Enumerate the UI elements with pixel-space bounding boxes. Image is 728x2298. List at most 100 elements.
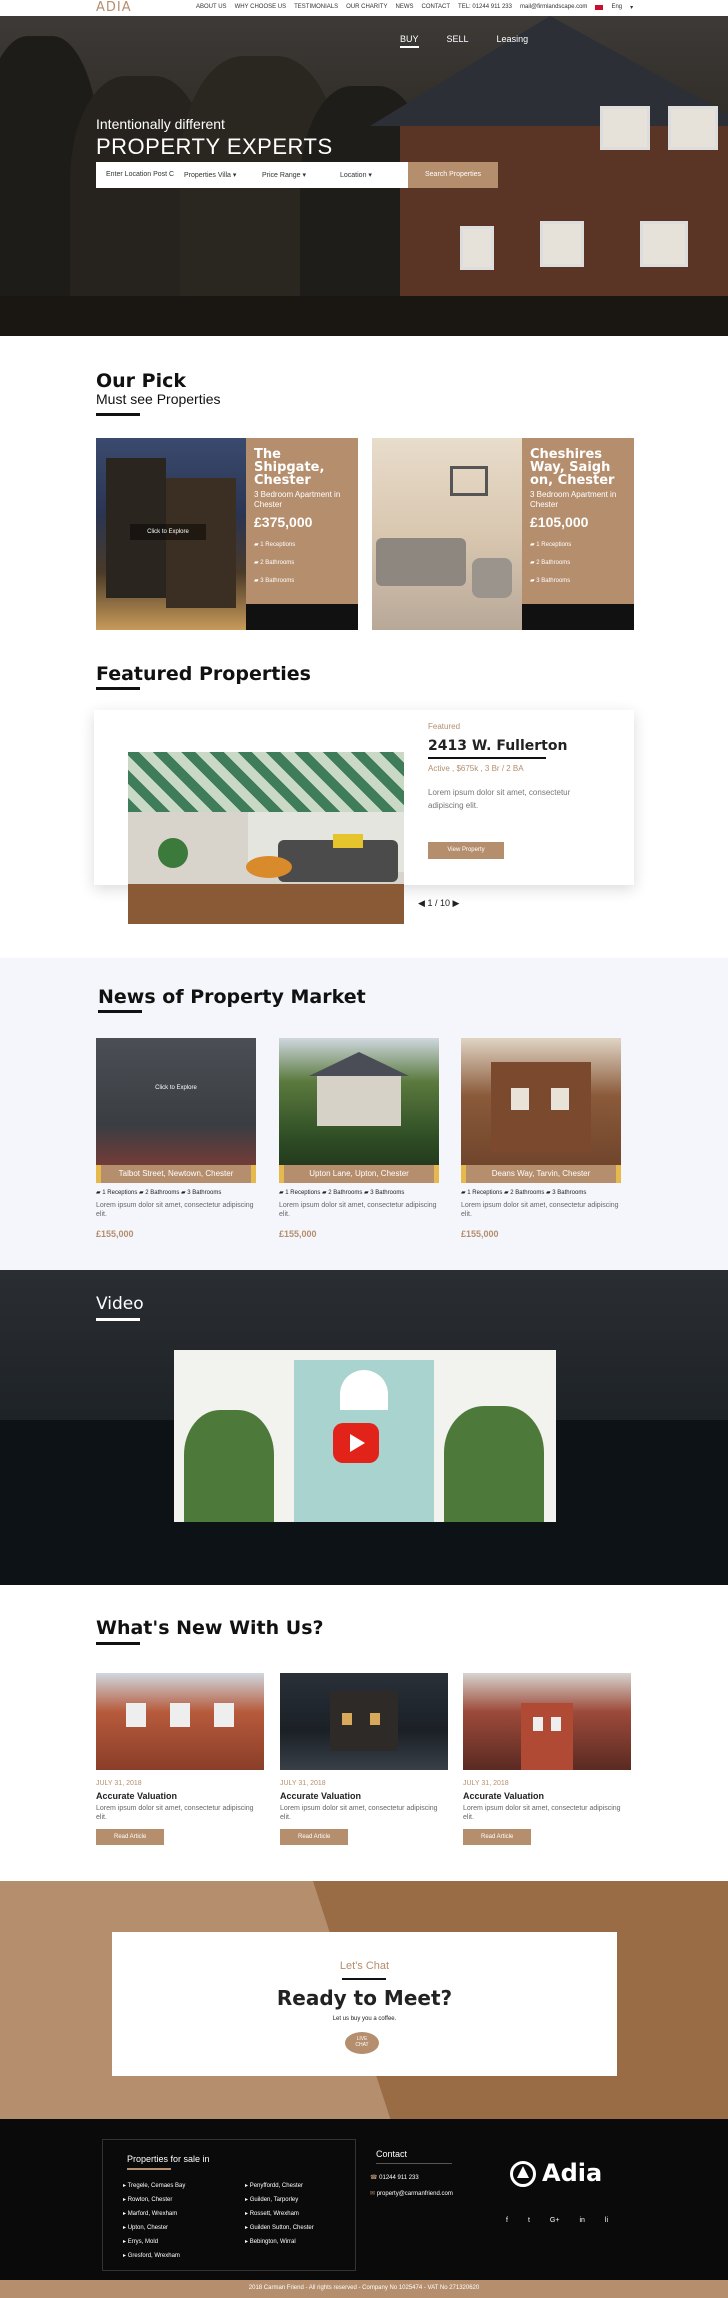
explore-overlay[interactable]: Click to Explore <box>130 524 206 540</box>
nav-email[interactable]: mail@firmlandscape.com <box>520 4 587 11</box>
read-article-button[interactable]: Read Article <box>463 1829 532 1845</box>
meta-item: 3 Bathrooms <box>370 1190 405 1196</box>
window <box>540 221 584 267</box>
live-chat-button[interactable]: LIVE CHAT <box>345 2032 379 2054</box>
divider <box>342 1978 386 1980</box>
contact-phone[interactable]: ☎ 01244 911 233 <box>370 2174 419 2181</box>
pick-card[interactable]: Click to Explore The Shipgate, Chester 3… <box>96 438 358 630</box>
play-icon[interactable] <box>333 1423 379 1463</box>
sofa-icon: ▰ <box>279 1190 284 1196</box>
pick-title: Our Pick <box>96 370 186 392</box>
chevron-down-icon[interactable]: ▾ <box>630 4 633 11</box>
instagram-icon[interactable]: in <box>579 2217 584 2224</box>
article-desc: Lorem ipsum dolor sit amet, consectetur … <box>280 1805 438 1821</box>
pager: ◀ 1 / 10 ▶ <box>418 898 459 909</box>
facebook-icon[interactable]: f <box>506 2217 508 2224</box>
read-article-button[interactable]: Read Article <box>280 1829 349 1845</box>
article-desc: Lorem ipsum dolor sit amet, consectetur … <box>96 1805 254 1821</box>
arrow-right-icon[interactable]: ▶ <box>452 898 459 908</box>
nav-phone[interactable]: TEL: 01244 911 233 <box>458 4 512 11</box>
footer-link[interactable]: ▸ Marford, Wrexham <box>123 2210 177 2217</box>
search-button[interactable]: Search Properties <box>408 162 498 188</box>
tab-buy[interactable]: BUY <box>400 34 419 48</box>
footer-link[interactable]: ▸ Guilden Sutton, Chester <box>245 2224 314 2231</box>
nav-contact[interactable]: CONTACT <box>421 4 450 11</box>
feature-label: 3 Bathrooms <box>260 578 295 584</box>
article-title[interactable]: Accurate Valuation <box>96 1791 264 1801</box>
tab-leasing[interactable]: Leasing <box>497 34 529 48</box>
nav-about[interactable]: ABOUT US <box>196 4 227 11</box>
property-type-select[interactable]: Properties Villa ▾ <box>174 162 252 188</box>
article-image <box>96 1673 264 1770</box>
arrow-left-icon[interactable]: ◀ <box>418 898 425 908</box>
article-title[interactable]: Accurate Valuation <box>463 1791 631 1801</box>
footer-brand[interactable]: Adia <box>542 2159 602 2187</box>
footer-link[interactable]: ▸ Errys, Mold <box>123 2238 158 2245</box>
window <box>600 106 650 150</box>
pick-name[interactable]: The Shipgate, Chester <box>254 448 350 487</box>
contact-email[interactable]: ✉ property@carmanfriend.com <box>370 2190 453 2197</box>
logo[interactable]: ADIA <box>96 0 132 15</box>
news-image: Upton Lane, Upton, Chester <box>279 1038 439 1183</box>
top-nav: ABOUT US WHY CHOOSE US TESTIMONIALS OUR … <box>196 4 633 11</box>
news-card[interactable]: Click to Explore Talbot Street, Newtown,… <box>96 1038 256 1239</box>
chat-sub: Let us buy you a coffee. <box>332 2016 397 2022</box>
pick-name[interactable]: Cheshires Way, Saigh on, Chester <box>530 448 626 487</box>
meta-item: 3 Bathrooms <box>187 1190 222 1196</box>
location-input[interactable]: Enter Location Post Code <box>96 162 174 188</box>
window <box>342 1713 352 1725</box>
footer-link[interactable]: ▸ Rowton, Chester <box>123 2196 172 2203</box>
featured-meta: Active , $675k , 3 Br / 2 BA <box>428 764 524 773</box>
news-card[interactable]: Upton Lane, Upton, Chester ▰ 1 Reception… <box>279 1038 439 1239</box>
window <box>511 1088 529 1110</box>
properties-box: Properties for sale in ▸ Tregele, Cemaes… <box>102 2139 356 2271</box>
news-price: £155,000 <box>96 1229 134 1239</box>
house <box>317 1074 401 1126</box>
footer-link[interactable]: ▸ Upton, Chester <box>123 2224 168 2231</box>
footer-link[interactable]: ▸ Guilden, Tarporley <box>245 2196 298 2203</box>
footer-link[interactable]: ▸ Bebington, Wirral <box>245 2238 296 2245</box>
footer-link-label: Errys, Mold <box>127 2239 159 2245</box>
explore-overlay[interactable]: Click to Explore <box>96 1080 256 1098</box>
article-image <box>463 1673 631 1770</box>
feature-label: 3 Bathrooms <box>536 578 571 584</box>
nav-news[interactable]: NEWS <box>395 4 413 11</box>
house <box>491 1062 591 1152</box>
twitter-icon[interactable]: t <box>528 2217 530 2224</box>
phone-text: 01244 911 233 <box>379 2175 419 2181</box>
pick-card[interactable]: Cheshires Way, Saigh on, Chester 3 Bedro… <box>372 438 634 630</box>
article-card: JULY 31, 2018 Accurate Valuation Lorem i… <box>96 1673 264 1845</box>
copyright-bar: 2018 Carman Friend - All rights reserved… <box>0 2280 728 2298</box>
pager-count: 1 / 10 <box>427 898 450 908</box>
read-article-button[interactable]: Read Article <box>96 1829 165 1845</box>
search-bar: Enter Location Post Code Properties Vill… <box>96 162 498 188</box>
divider <box>96 413 140 416</box>
nav-charity[interactable]: OUR CHARITY <box>346 4 387 11</box>
google-plus-icon[interactable]: G+ <box>550 2217 560 2224</box>
location-select[interactable]: Location ▾ <box>330 162 408 188</box>
language-select[interactable]: Eng <box>611 4 622 11</box>
house <box>521 1703 573 1770</box>
news-card[interactable]: Deans Way, Tarvin, Chester ▰ 1 Reception… <box>461 1038 621 1239</box>
building <box>166 478 236 608</box>
feature-label: 2 Bathrooms <box>260 560 295 566</box>
divider <box>96 1642 140 1645</box>
featured-address[interactable]: 2413 W. Fullerton <box>428 738 567 754</box>
tab-sell[interactable]: SELL <box>447 34 469 48</box>
linkedin-icon[interactable]: li <box>605 2217 608 2224</box>
divider <box>96 687 140 690</box>
chevron-down-icon: ▾ <box>232 172 237 179</box>
bed-icon: ▰ <box>546 1190 551 1196</box>
chat-title: Ready to Meet? <box>276 1986 453 2010</box>
footer-link[interactable]: ▸ Gresford, Wrexham <box>123 2252 180 2259</box>
bed-icon: ▰ <box>181 1190 186 1196</box>
meta-item: 3 Bathrooms <box>552 1190 587 1196</box>
footer-link[interactable]: ▸ Tregele, Cemaes Bay <box>123 2182 185 2189</box>
article-title[interactable]: Accurate Valuation <box>280 1791 448 1801</box>
nav-testimonials[interactable]: TESTIMONIALS <box>294 4 338 11</box>
footer-link[interactable]: ▸ Rossett, Wrexham <box>245 2210 299 2217</box>
price-range-select[interactable]: Price Range ▾ <box>252 162 330 188</box>
footer-link[interactable]: ▸ Penyffordd, Chester <box>245 2182 303 2189</box>
view-property-button[interactable]: View Property <box>428 842 504 859</box>
nav-why[interactable]: WHY CHOOSE US <box>235 4 287 11</box>
